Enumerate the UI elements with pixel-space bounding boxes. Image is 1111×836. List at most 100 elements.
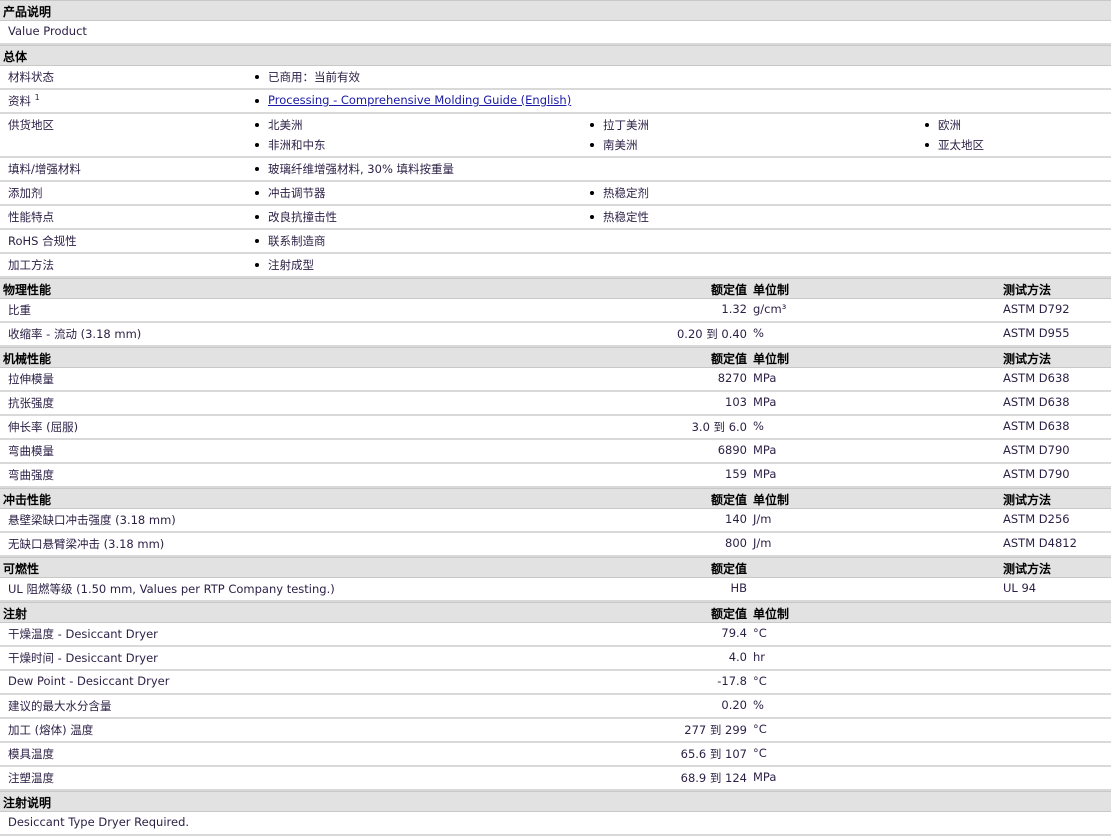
property-label: 弯曲模量	[8, 443, 54, 459]
property-value: 140	[725, 512, 747, 526]
property-label: 加工 (熔体) 温度	[8, 722, 93, 738]
section-title: 注射说明	[3, 796, 52, 810]
property-label-text: 无缺口悬臂梁冲击 (3.18 mm)	[8, 537, 165, 551]
header-test-method: 测试方法	[1003, 283, 1052, 297]
property-label: 加工方法	[8, 257, 54, 273]
table-row: 建议的最大水分含量 0.20%	[0, 695, 1111, 719]
table-row: 添加剂 冲击调节器 热稳定剂	[0, 182, 1111, 206]
table-row: 收缩率 - 流动 (3.18 mm) 0.20 到 0.40% ASTM D955	[0, 323, 1111, 347]
header-value: 额定值	[710, 607, 747, 621]
test-method: ASTM D792	[1003, 302, 1070, 316]
property-label-text: 悬壁梁缺口冲击强度 (3.18 mm)	[8, 513, 176, 527]
table-row: Dew Point - Desiccant Dryer -17.8 °C	[0, 671, 1111, 695]
datasheet: 产品说明 Value Product 总体材料状态 已商用：当前有效资料 1 Proce…	[0, 0, 1111, 836]
property-value: 4.0	[728, 650, 747, 664]
section-header: 注射 额定值 单位制	[0, 602, 1111, 623]
table-row: 干燥时间 - Desiccant Dryer 4.0 hr	[0, 647, 1111, 671]
property-unit: J/m	[753, 512, 772, 526]
property-unit: J/m	[753, 536, 772, 550]
property-label: 性能特点	[8, 209, 54, 225]
test-method: ASTM D256	[1003, 512, 1070, 526]
header-value: 额定值	[710, 352, 747, 366]
table-row: 材料状态 已商用：当前有效	[0, 66, 1111, 90]
property-value: 159	[725, 467, 747, 481]
bullet-item: 热稳定剂	[590, 185, 649, 201]
property-label-text: 注塑温度	[8, 771, 54, 785]
property-value: 68.9 到 124	[680, 771, 747, 785]
property-value: HB	[730, 581, 747, 595]
property-label-text: 性能特点	[8, 210, 54, 224]
header-unit: 单位制	[753, 493, 790, 507]
document-link[interactable]: Processing - Comprehensive Molding Guide…	[268, 93, 571, 107]
property-label: RoHS 合规性	[8, 233, 77, 249]
property-label: 抗张强度	[8, 395, 54, 411]
property-unit: MPa	[753, 371, 777, 385]
property-label-text: 干燥温度 - Desiccant Dryer	[8, 627, 158, 641]
property-label: 材料状态	[8, 69, 54, 85]
table-row: UL 阻燃等级 (1.50 mm, Values per RTP Company…	[0, 578, 1111, 602]
property-label-text: 比重	[8, 303, 31, 317]
table-row: Desiccant Type Dryer Required.	[0, 812, 1111, 836]
property-value: 3.0 到 6.0	[691, 420, 747, 434]
property-label-text: 添加剂	[8, 186, 43, 200]
property-label: 填料/增强材料	[8, 161, 81, 177]
section-title: 产品说明	[3, 5, 52, 19]
table-row: 弯曲强度 159 MPa ASTM D790	[0, 464, 1111, 488]
test-method: ASTM D638	[1003, 371, 1070, 385]
table-row: 干燥温度 - Desiccant Dryer 79.4 °C	[0, 623, 1111, 647]
bullet-item: Processing - Comprehensive Molding Guide…	[255, 93, 571, 107]
property-unit: MPa	[753, 467, 777, 481]
property-unit: g/cm³	[753, 302, 787, 316]
bullet-item: 拉丁美洲	[590, 117, 649, 133]
property-label-text: 填料/增强材料	[8, 162, 81, 176]
test-method: ASTM D638	[1003, 419, 1070, 433]
table-row: 加工 (熔体) 温度 277 到 299 °C	[0, 719, 1111, 743]
property-label: UL 阻燃等级 (1.50 mm, Values per RTP Company…	[8, 581, 335, 597]
table-row: Value Product	[0, 21, 1111, 45]
header-test-method: 测试方法	[1003, 352, 1052, 366]
section-header: 总体	[0, 45, 1111, 66]
table-row: 抗张强度 103 MPa ASTM D638	[0, 392, 1111, 416]
property-value: -17.8	[717, 674, 747, 688]
bullet-item: 冲击调节器	[255, 185, 326, 201]
bullet-item: 南美洲	[590, 137, 638, 153]
property-unit: MPa	[753, 770, 777, 784]
section-title: 冲击性能	[3, 493, 52, 507]
table-row: 悬壁梁缺口冲击强度 (3.18 mm) 140 J/m ASTM D256	[0, 509, 1111, 533]
property-label: 模具温度	[8, 746, 54, 762]
section-header: 物理性能 额定值 单位制 测试方法	[0, 278, 1111, 299]
property-label: 弯曲强度	[8, 467, 54, 483]
property-value: 6890	[717, 443, 747, 457]
table-row: 注塑温度 68.9 到 124 MPa	[0, 767, 1111, 791]
bullet-item: 亚太地区	[925, 137, 984, 153]
bullet-item: 已商用：当前有效	[255, 69, 360, 85]
property-label: 资料 1	[8, 93, 40, 109]
property-unit: °C	[753, 626, 767, 640]
header-value: 额定值	[710, 283, 747, 297]
property-label-text: 弯曲模量	[8, 444, 54, 458]
footnote-marker: 1	[34, 93, 40, 103]
property-label-text: Value Product	[8, 24, 87, 38]
property-value: 800	[725, 536, 747, 550]
property-unit: MPa	[753, 395, 777, 409]
property-value: 277 到 299	[684, 723, 747, 737]
header-test-method: 测试方法	[1003, 493, 1052, 507]
section-title: 机械性能	[3, 352, 52, 366]
property-unit: °C	[753, 746, 767, 760]
test-method: ASTM D790	[1003, 467, 1070, 481]
header-unit: 单位制	[753, 607, 790, 621]
test-method: ASTM D4812	[1003, 536, 1077, 550]
property-label: 建议的最大水分含量	[8, 698, 112, 714]
section-header: 机械性能 额定值 单位制 测试方法	[0, 347, 1111, 368]
property-label-text: 加工 (熔体) 温度	[8, 723, 94, 737]
table-row: 资料 1 Processing - Comprehensive Molding G…	[0, 90, 1111, 114]
property-value: 0.20	[721, 698, 747, 712]
property-value: 0.20 到 0.40	[676, 327, 747, 341]
property-label: Value Product	[8, 24, 87, 38]
property-label: 无缺口悬臂梁冲击 (3.18 mm)	[8, 536, 164, 552]
property-label-text: 供货地区	[8, 118, 54, 132]
section-header: 产品说明	[0, 0, 1111, 21]
property-label-text: 拉伸模量	[8, 372, 54, 386]
table-row: 模具温度 65.6 到 107 °C	[0, 743, 1111, 767]
property-label: 比重	[8, 302, 31, 318]
